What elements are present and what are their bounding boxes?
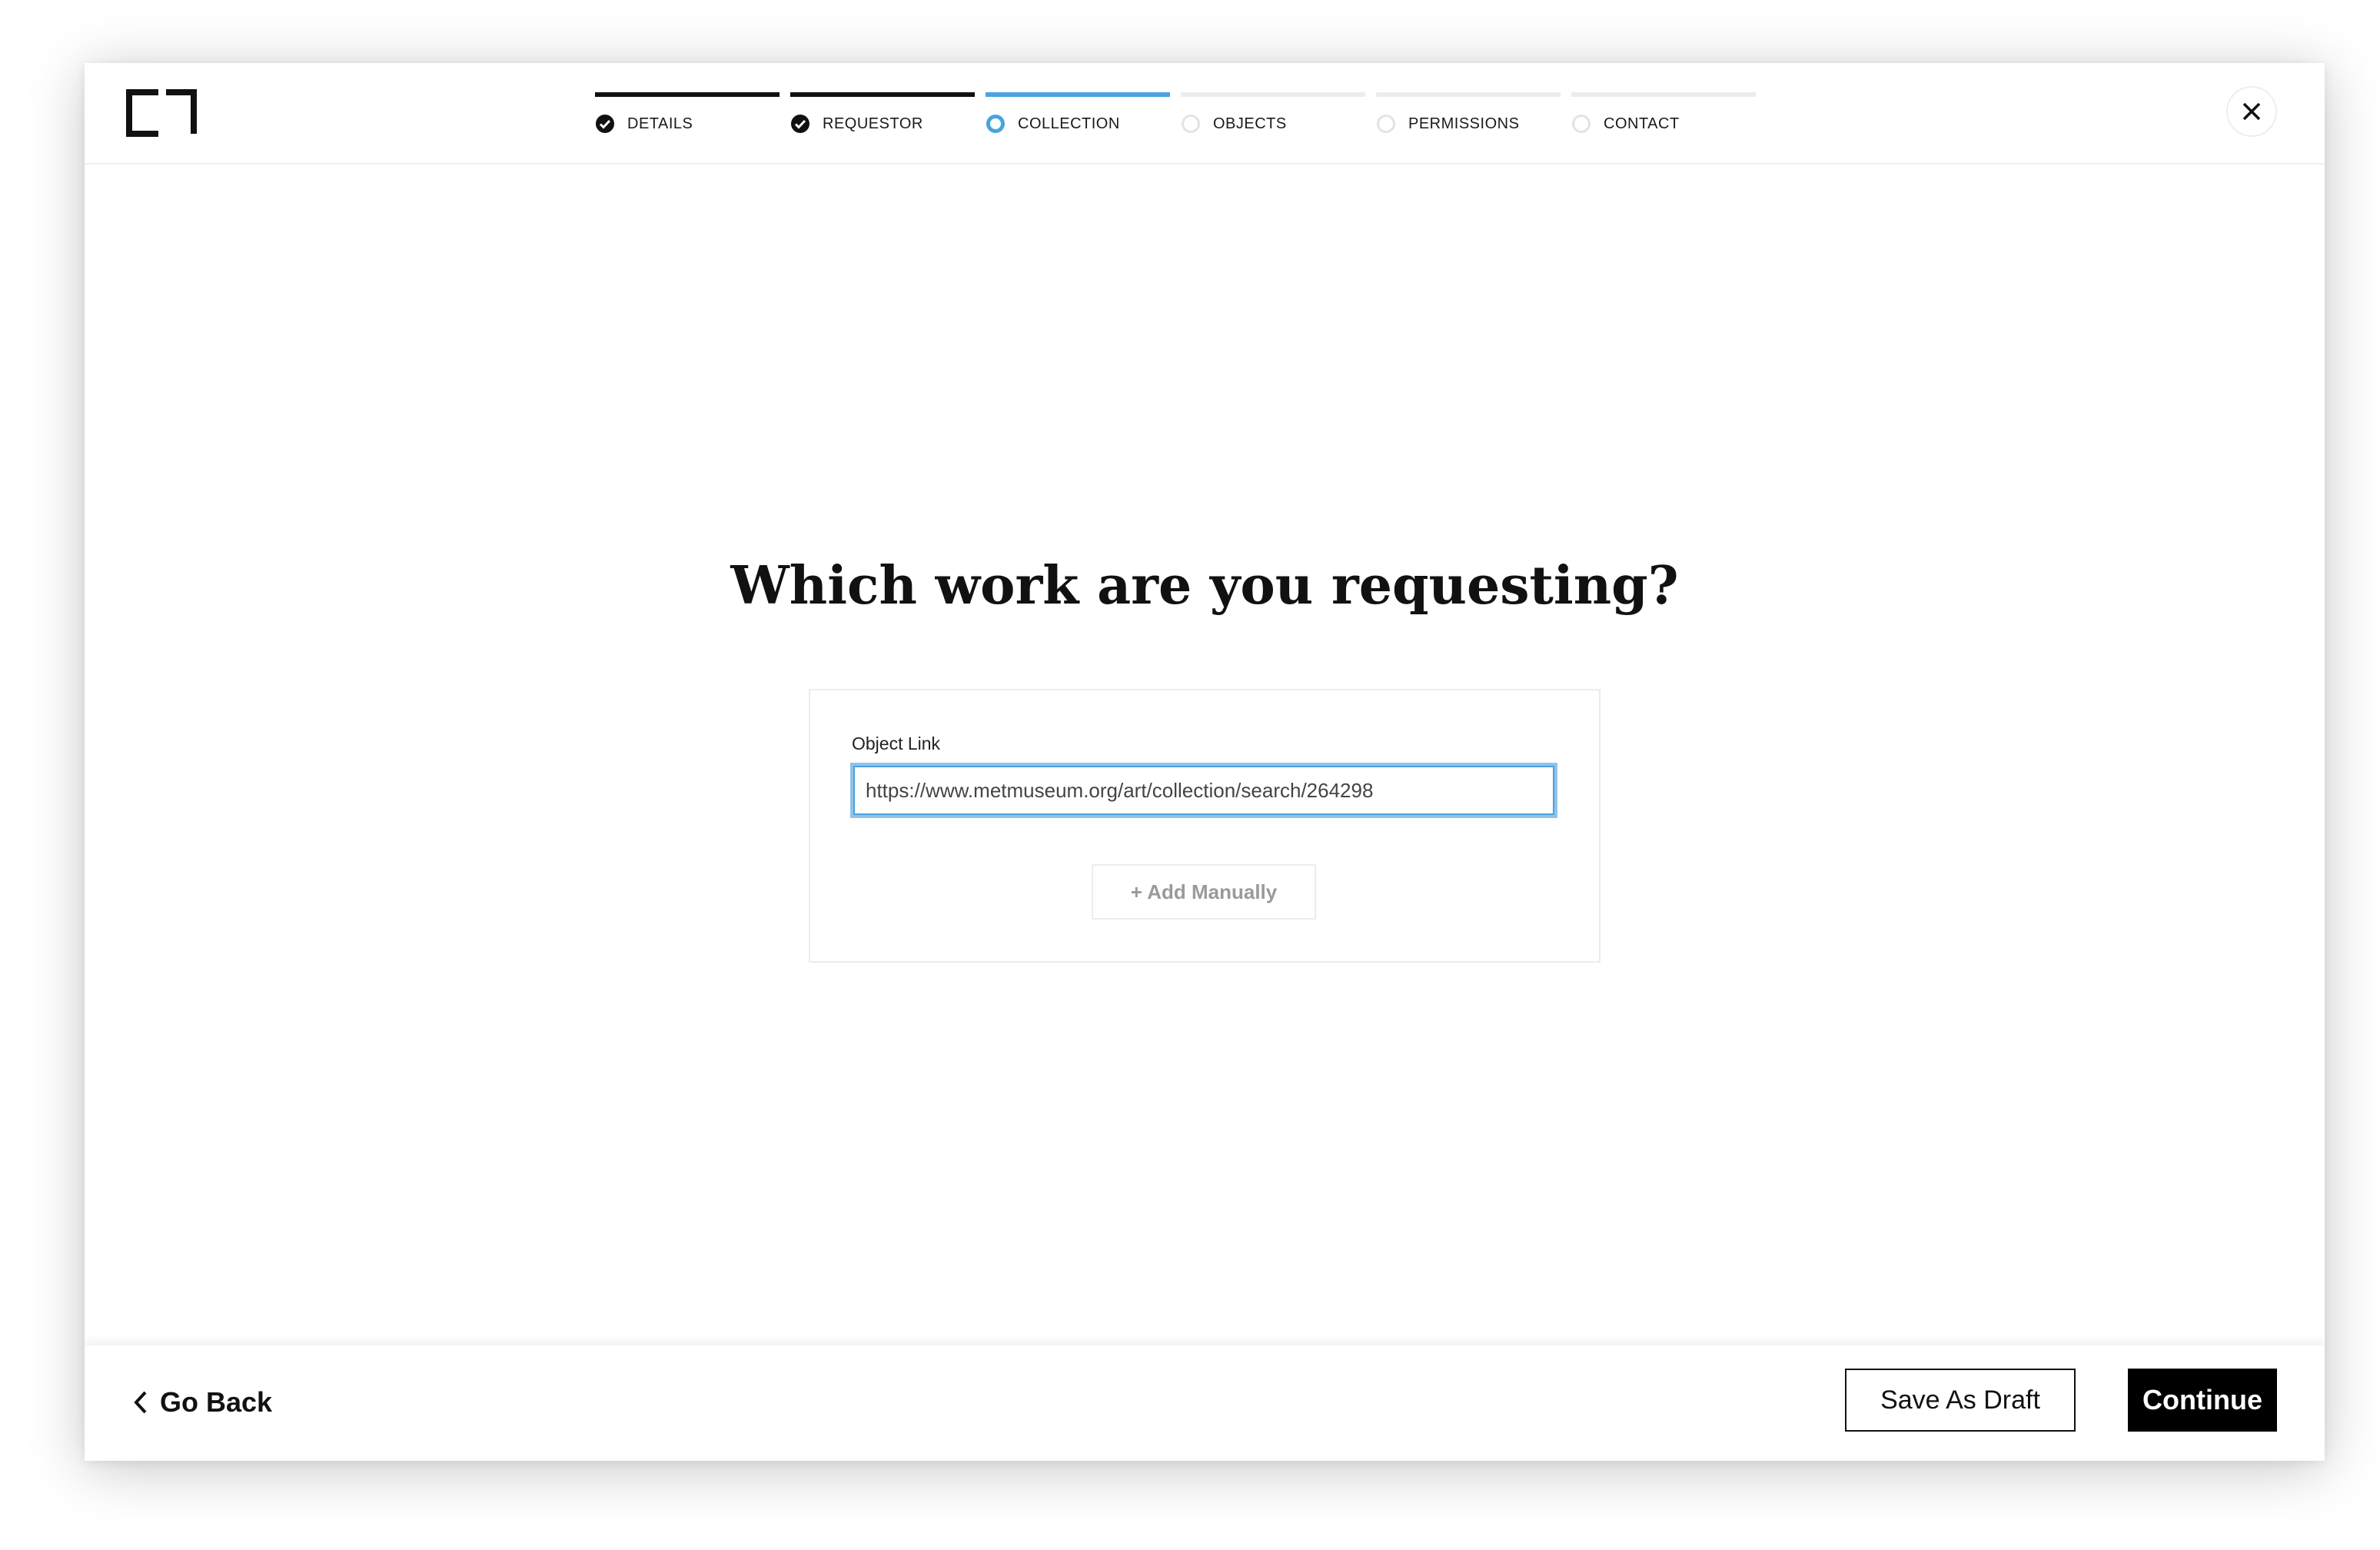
step-label: OBJECTS (1213, 115, 1287, 132)
step-objects[interactable]: OBJECTS (1181, 92, 1365, 146)
step-details[interactable]: DETAILS (595, 92, 779, 146)
check-circle-icon (791, 115, 809, 133)
step-label: PERMISSIONS (1408, 115, 1520, 132)
current-step-circle-icon (986, 115, 1005, 133)
step-label: CONTACT (1604, 115, 1680, 132)
object-link-card: Object Link + Add Manually (809, 689, 1601, 963)
step-progress-bar (1376, 92, 1561, 97)
step-collection[interactable]: COLLECTION (986, 92, 1170, 146)
step-requestor[interactable]: REQUESTOR (790, 92, 975, 146)
step-progress-bar (595, 92, 779, 97)
page-title: Which work are you requesting? (730, 555, 1679, 617)
step-label: DETAILS (627, 115, 693, 132)
go-back-button[interactable]: Go Back (132, 1381, 272, 1424)
step-label: REQUESTOR (823, 115, 923, 132)
wizard-footer: Go Back Save As Draft Continue (85, 1345, 2325, 1461)
step-contact[interactable]: CONTACT (1571, 92, 1756, 146)
step-progress-bar (986, 92, 1170, 97)
go-back-label: Go Back (160, 1386, 273, 1418)
step-label: COLLECTION (1018, 115, 1120, 132)
add-manually-button[interactable]: + Add Manually (1092, 864, 1316, 920)
step-progress-bar (1181, 92, 1365, 97)
close-icon (2242, 102, 2261, 121)
check-circle-icon (596, 115, 614, 133)
save-as-draft-button[interactable]: Save As Draft (1845, 1369, 2076, 1432)
object-link-label: Object Link (852, 733, 941, 753)
empty-circle-icon (1182, 115, 1200, 133)
progress-steps: DETAILS REQUESTOR COLLECTION OBJECTS PER… (595, 92, 1756, 146)
close-button[interactable] (2226, 86, 2277, 137)
continue-button[interactable]: Continue (2128, 1369, 2277, 1432)
wizard-header: DETAILS REQUESTOR COLLECTION OBJECTS PER… (85, 63, 2325, 165)
brand-logo-icon[interactable] (125, 88, 198, 138)
object-link-input[interactable] (850, 763, 1557, 818)
request-wizard-window: DETAILS REQUESTOR COLLECTION OBJECTS PER… (85, 63, 2325, 1461)
empty-circle-icon (1572, 115, 1591, 133)
step-progress-bar (790, 92, 975, 97)
step-progress-bar (1571, 92, 1756, 97)
empty-circle-icon (1377, 115, 1395, 133)
chevron-left-icon (134, 1391, 147, 1414)
step-permissions[interactable]: PERMISSIONS (1376, 92, 1561, 146)
